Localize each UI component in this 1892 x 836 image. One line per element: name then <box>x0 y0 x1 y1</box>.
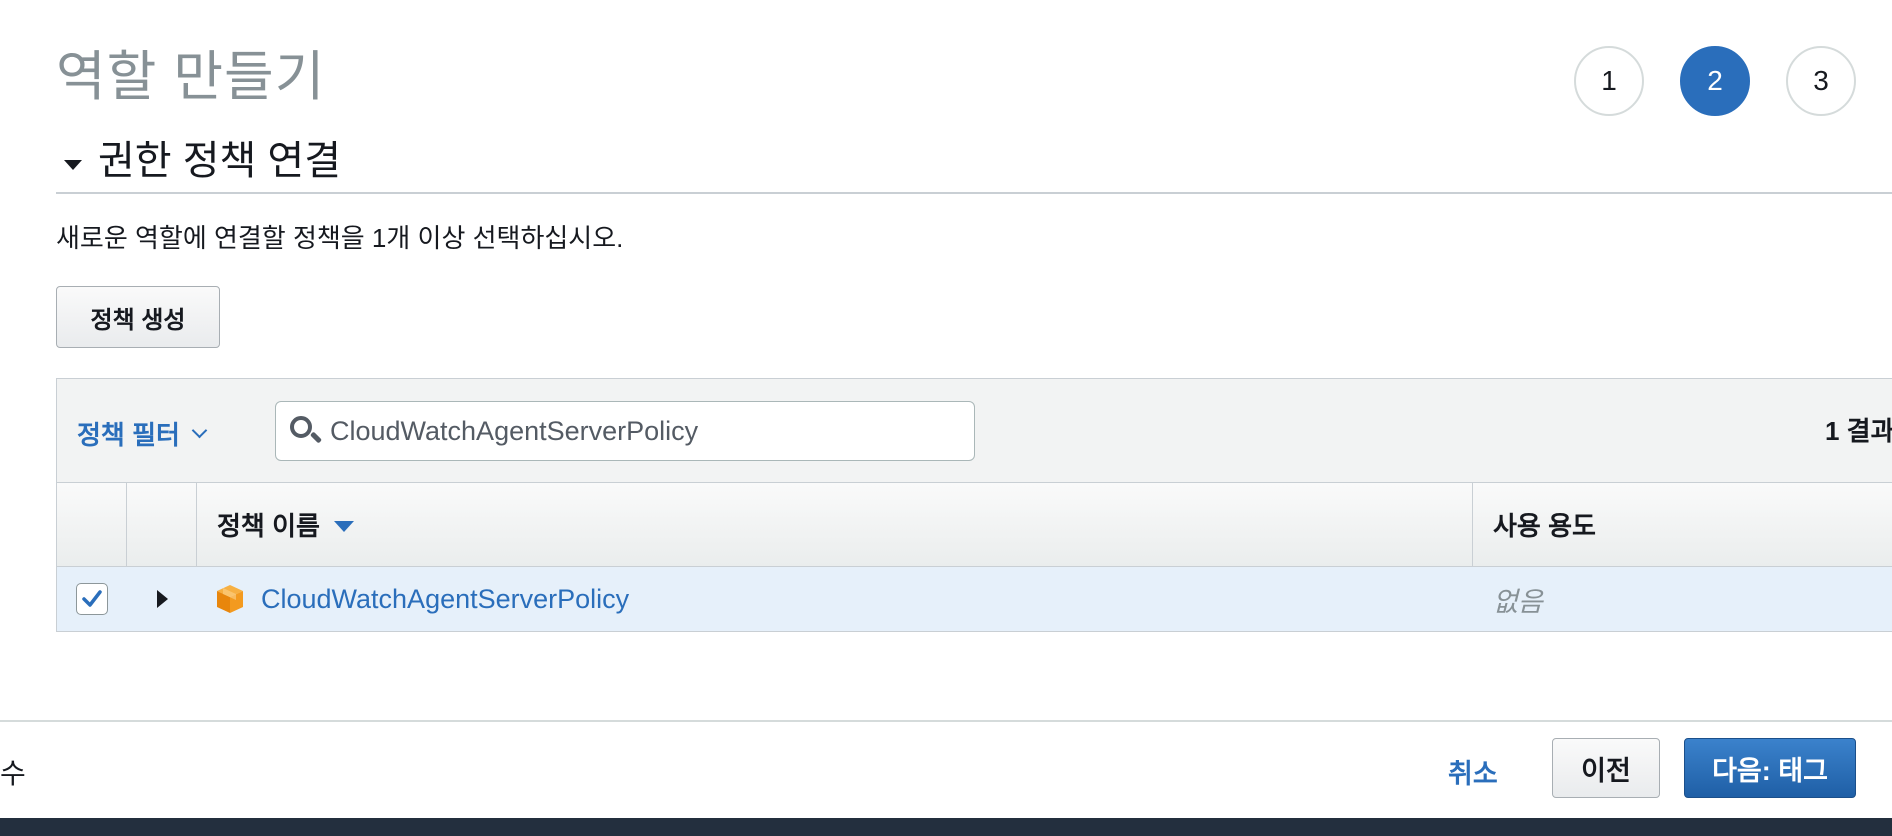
table-header: 정책 이름 사용 용도 <box>57 483 1892 567</box>
result-count: 1 결과 <box>1825 416 1892 446</box>
section-title: 권한 정책 연결 <box>98 139 342 183</box>
policy-filter-label: 정책 필터 <box>77 420 180 450</box>
row-expand-cell <box>127 567 197 631</box>
wizard-steps: 1 2 3 <box>1574 46 1892 116</box>
chevron-down-icon <box>191 422 208 439</box>
aws-managed-policy-cube-icon <box>217 585 243 613</box>
column-header-usage[interactable]: 사용 용도 <box>1473 483 1892 566</box>
console-bottom-bar <box>0 818 1892 836</box>
table-row[interactable]: CloudWatchAgentServerPolicy 없음 <box>57 567 1892 631</box>
search-input[interactable]: CloudWatchAgentServerPolicy <box>275 401 975 461</box>
cancel-button[interactable]: 취소 <box>1448 752 1498 791</box>
step-3[interactable]: 3 <box>1786 46 1856 116</box>
policy-filter-dropdown[interactable]: 정책 필터 <box>77 415 208 452</box>
usage-header-label: 사용 용도 <box>1493 511 1596 541</box>
row-select-cell <box>57 567 127 631</box>
section-header[interactable]: 권한 정책 연결 <box>56 128 1892 194</box>
select-column-header <box>57 483 127 566</box>
usage-value: 없음 <box>1493 586 1543 617</box>
policy-name-link[interactable]: CloudWatchAgentServerPolicy <box>261 584 629 615</box>
page-title: 역할 만들기 <box>56 47 326 107</box>
policy-table: 정책 필터 CloudWatchAgentServerPolicy 1 결과 정… <box>56 378 1892 632</box>
collapse-caret-icon[interactable] <box>64 160 82 170</box>
step-2-current: 2 <box>1680 46 1750 116</box>
expand-row-caret-icon[interactable] <box>156 590 168 608</box>
previous-button[interactable]: 이전 <box>1552 738 1660 798</box>
sort-descending-icon[interactable] <box>333 521 354 532</box>
policy-name-cell: CloudWatchAgentServerPolicy <box>197 567 1473 631</box>
usage-cell: 없음 <box>1473 567 1892 631</box>
checkmark-icon <box>82 590 102 607</box>
table-toolbar: 정책 필터 CloudWatchAgentServerPolicy 1 결과 <box>57 379 1892 483</box>
next-tags-button[interactable]: 다음: 태그 <box>1684 738 1856 798</box>
wizard-footer: 수 취소 이전 다음: 태그 <box>0 720 1892 818</box>
search-input-value[interactable]: CloudWatchAgentServerPolicy <box>330 416 698 447</box>
section-description: 새로운 역할에 연결할 정책을 1개 이상 선택하십시오. <box>56 223 624 253</box>
footer-left-text: 수 <box>0 758 26 789</box>
expand-column-header <box>127 483 197 566</box>
row-checkbox[interactable] <box>76 583 108 615</box>
policy-name-header-label: 정책 이름 <box>217 511 320 541</box>
search-icon <box>288 414 323 448</box>
step-1[interactable]: 1 <box>1574 46 1644 116</box>
column-header-policy-name[interactable]: 정책 이름 <box>197 483 1473 566</box>
create-policy-button[interactable]: 정책 생성 <box>56 286 220 348</box>
